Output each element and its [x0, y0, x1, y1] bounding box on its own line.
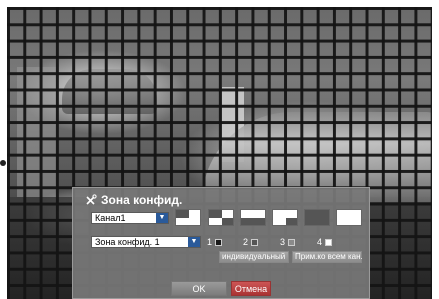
layout-fill	[222, 218, 233, 225]
layout-fill	[176, 210, 189, 218]
tools-icon	[85, 194, 97, 206]
zone-swatch	[251, 238, 259, 246]
zone-legend-2: 2	[243, 237, 259, 247]
zone-swatch	[215, 238, 223, 246]
zone-swatch	[325, 238, 333, 246]
dialog-title-text: Зона конфид.	[101, 193, 183, 207]
layout-button-2[interactable]	[208, 209, 234, 226]
layout-button-3[interactable]	[240, 209, 266, 226]
zone-select-value: Зона конфид. 1	[95, 237, 160, 247]
privacy-zone-dialog: Зона конфид. Канал1 ▼ Зона конфид. 1 ▼ 1	[72, 187, 370, 299]
channel-select-value: Канал1	[95, 213, 126, 223]
zone-swatch	[288, 238, 296, 246]
cursor-dot	[0, 160, 6, 166]
chevron-down-icon[interactable]: ▼	[188, 237, 200, 247]
zone-legend-label: 1	[207, 237, 213, 247]
layout-fill	[241, 218, 254, 225]
layout-fill	[209, 210, 222, 218]
privacy-zone-screen: Зона конфид. Канал1 ▼ Зона конфид. 1 ▼ 1	[0, 0, 439, 299]
zone-select[interactable]: Зона конфид. 1 ▼	[91, 236, 201, 248]
dialog-title: Зона конфид.	[85, 193, 182, 207]
zone-legend-label: 3	[280, 237, 286, 247]
zone-legend-1: 1	[207, 237, 223, 247]
channel-select[interactable]: Канал1 ▼	[91, 212, 169, 224]
layout-button-6[interactable]	[336, 209, 362, 226]
zone-legend-label: 2	[243, 237, 249, 247]
layout-button-1[interactable]	[175, 209, 201, 226]
ok-button[interactable]: OK	[171, 281, 227, 296]
zone-legend-4: 4	[317, 237, 333, 247]
layout-button-5[interactable]	[304, 209, 330, 226]
layout-fill	[286, 218, 297, 225]
zone-legend-label: 4	[317, 237, 323, 247]
zone-legend-3: 3	[280, 237, 296, 247]
layout-fill	[254, 218, 265, 225]
cancel-button[interactable]: Отмена	[231, 281, 271, 296]
apply-all-channels-button[interactable]: Прим.ко всем кан.	[292, 251, 363, 263]
chevron-down-icon[interactable]: ▼	[156, 213, 168, 223]
layout-button-4[interactable]	[272, 209, 298, 226]
individual-button[interactable]: индивидуальный	[219, 251, 289, 263]
